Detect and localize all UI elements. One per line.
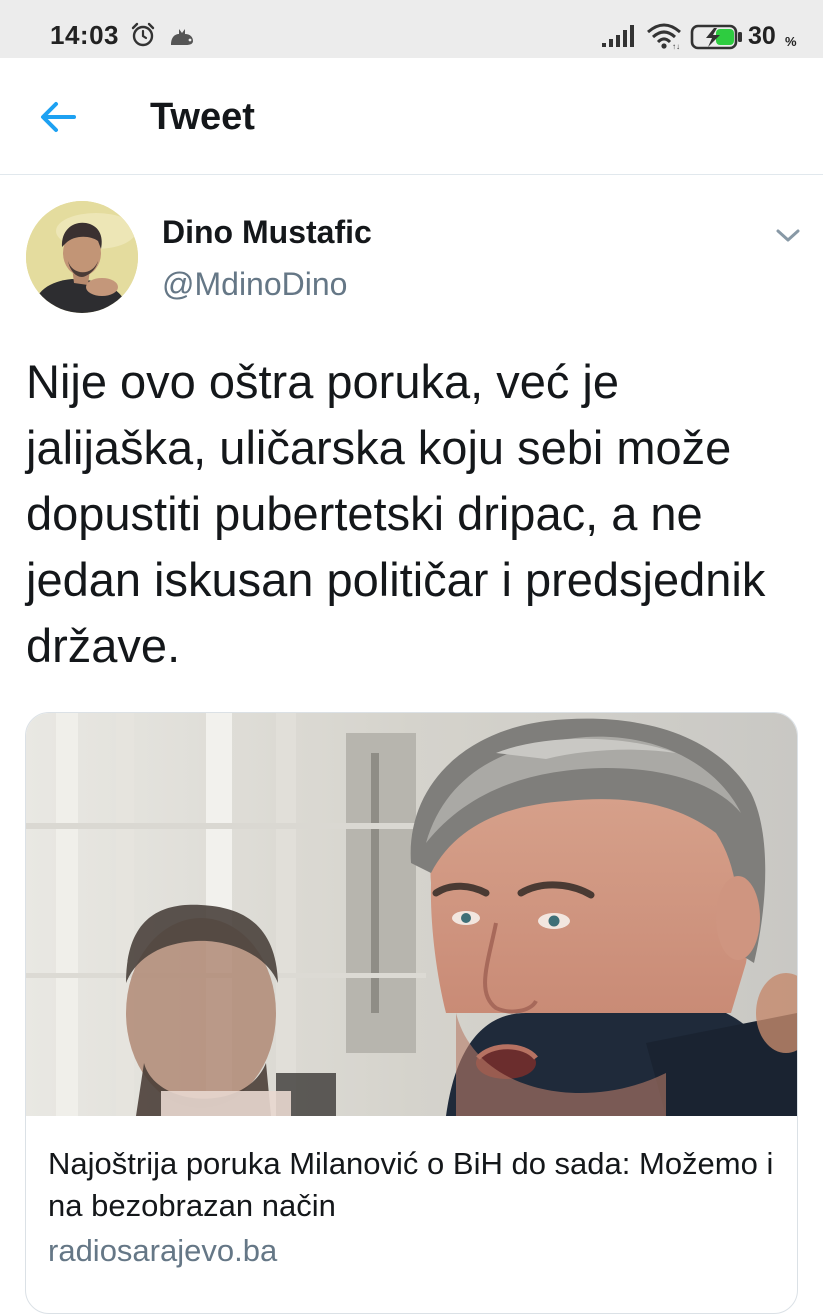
link-card-domain: radiosarajevo.ba — [48, 1233, 278, 1268]
arrow-left-icon[interactable] — [30, 94, 86, 140]
avatar-photo — [26, 201, 138, 313]
author-handle[interactable]: @MdinoDino — [162, 266, 347, 303]
wifi-icon: ↑↓ — [647, 23, 681, 50]
battery-percent-unit: % — [785, 34, 797, 49]
status-bar: 14:03 ↑↓ 30 % — [0, 0, 823, 58]
status-time: 14:03 — [50, 20, 119, 50]
svg-text:↑↓: ↑↓ — [672, 42, 680, 50]
avatar[interactable] — [26, 201, 138, 313]
tweet-text: Nije ovo oštra poruka, već je jalijaška,… — [26, 355, 766, 672]
link-card-image — [26, 713, 797, 1116]
author-name[interactable]: Dino Mustafic — [162, 214, 372, 251]
signal-bars-icon — [602, 25, 634, 47]
cat-icon — [171, 29, 193, 45]
battery-percent: 30 — [748, 22, 776, 50]
link-card-title: Najoštrija poruka Milanović o BiH do sad… — [48, 1146, 774, 1223]
chevron-down-icon[interactable] — [770, 220, 806, 250]
article-photo — [26, 713, 797, 1116]
battery-charging-icon — [690, 24, 742, 50]
app-header: Tweet — [0, 58, 823, 175]
page-title: Tweet — [150, 96, 255, 138]
link-card[interactable]: Najoštrija poruka Milanović o BiH do sad… — [25, 712, 798, 1314]
alarm-clock-icon — [131, 22, 155, 47]
